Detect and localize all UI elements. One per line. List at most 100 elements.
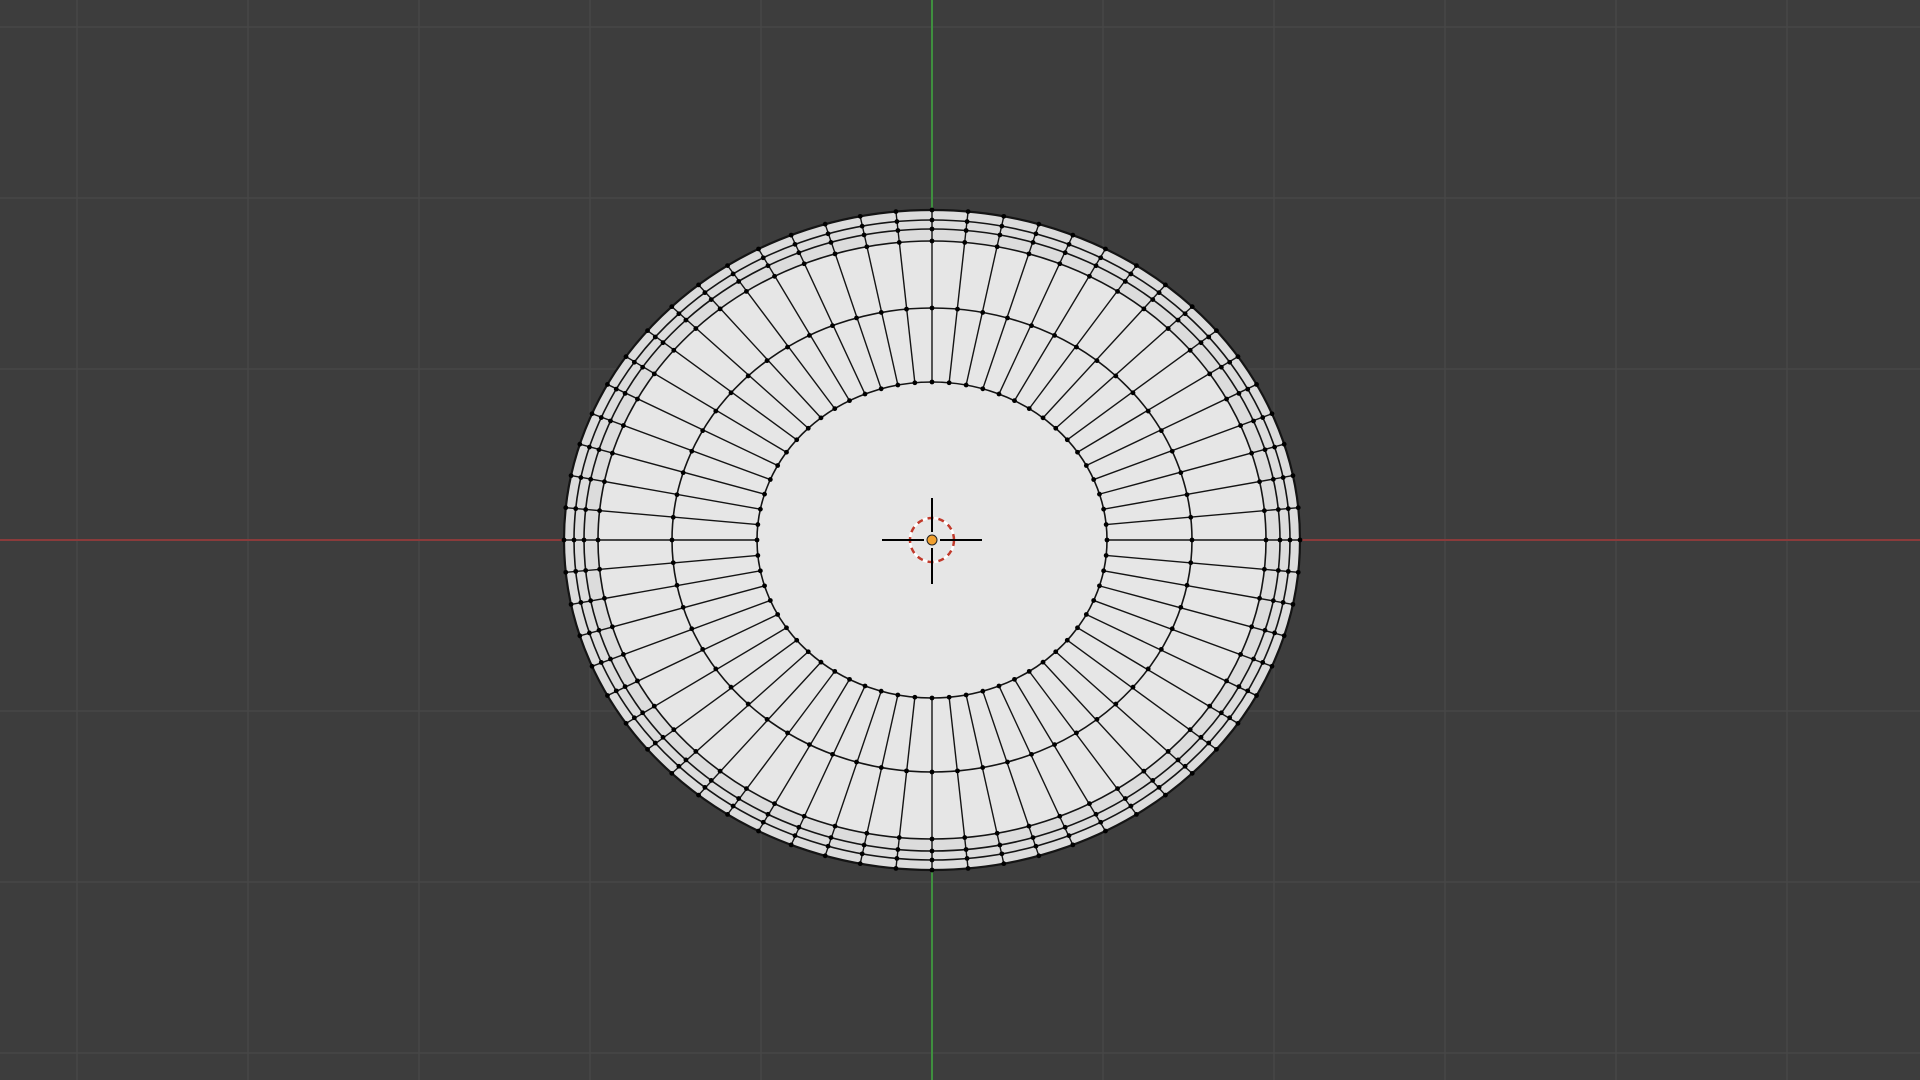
mesh-vertex [785,730,790,736]
mesh-vertex [864,244,870,250]
mesh-vertex [736,796,742,801]
mesh-vertex [640,710,646,716]
mesh-vertex [1260,660,1266,665]
mesh-vertex [1026,668,1032,674]
mesh-vertex [760,255,766,261]
3d-viewport[interactable] [0,0,1920,1080]
mesh-vertex [596,627,602,633]
mesh-vertex [1227,715,1233,721]
mesh-vertex [1236,684,1242,690]
mesh-vertex [1245,386,1251,392]
mesh-vertex [1134,811,1139,817]
mesh-vertex [568,601,574,607]
mesh-vertex [1165,749,1171,754]
mesh-vertex [794,437,800,443]
mesh-vertex [635,678,640,684]
mesh-vertex [861,842,867,848]
mesh-vertex [896,240,902,245]
mesh-vertex [1207,371,1213,377]
mesh-vertex [1182,763,1188,769]
mesh-vertex [878,310,884,315]
mesh-vertex [796,250,802,256]
mesh-vertex [963,382,969,388]
mesh-vertex [1175,317,1181,323]
mesh-vertex [713,408,719,414]
mesh-vertex [1101,568,1107,574]
mesh-vertex [896,835,902,840]
mesh-vertex [1254,382,1259,387]
mesh-vertex [1026,251,1032,257]
mesh-vertex [788,842,794,848]
mesh-vertex [602,595,607,601]
viewport-canvas[interactable] [0,0,1920,1080]
mesh-vertex [1097,491,1102,497]
mesh-vertex [573,568,579,574]
mesh-vertex [1275,568,1281,573]
mesh-vertex [744,786,749,792]
mesh-vertex [1257,479,1262,485]
mesh-vertex [1224,396,1229,402]
mesh-vertex [854,315,859,321]
mesh-vertex [717,768,723,774]
mesh-vertex [1280,600,1286,605]
mesh-vertex [792,833,798,839]
mesh-vertex [1052,742,1057,748]
mesh-vertex [962,240,968,245]
mesh-vertex [696,282,701,288]
mesh-vertex [1251,418,1256,424]
mesh-vertex [583,507,589,512]
mesh-vertex [830,323,835,329]
mesh-vertex [728,684,734,690]
mesh-vertex [1235,720,1241,726]
mesh-vertex [635,396,640,402]
mesh-vertex [861,232,867,238]
mesh-vertex [1224,678,1229,684]
mesh-vertex [955,306,960,312]
mesh-vertex [680,470,686,476]
mesh-vertex [764,358,770,364]
mesh-vertex [1285,568,1291,574]
mesh-vertex [651,703,657,709]
mesh-vertex [583,568,589,573]
mesh-vertex [1218,364,1224,370]
mesh-vertex [609,450,615,456]
mesh-vertex [965,209,971,214]
mesh-vertex [605,382,610,387]
mesh-vertex [608,656,613,662]
mesh-vertex [912,380,918,386]
mesh-vertex [929,836,935,842]
mesh-vertex [1188,560,1194,566]
mesh-vertex [1184,582,1190,588]
mesh-vertex [680,604,686,610]
mesh-vertex [762,491,767,497]
mesh-vertex [1251,656,1256,662]
mesh-vertex [784,625,789,631]
mesh-vertex [1040,659,1046,665]
mesh-vertex [1290,601,1296,607]
mesh-vertex [578,600,584,605]
mesh-vertex [1026,823,1032,829]
mesh-vertex [1066,241,1072,247]
mesh-vertex [581,537,587,543]
mesh-vertex [1263,537,1269,543]
mesh-vertex [589,411,595,417]
mesh-vertex [613,688,619,694]
mesh-vertex [1103,828,1108,834]
mesh-vertex [965,866,971,871]
mesh-vertex [730,271,736,277]
mesh-vertex [962,835,968,840]
mesh-vertex [596,447,602,453]
mesh-vertex [1097,583,1102,589]
mesh-vertex [1074,730,1079,736]
mesh-vertex [674,582,680,588]
mesh-vertex [1163,792,1168,798]
mesh-vertex [825,843,831,849]
mesh-vertex [621,423,626,428]
mesh-vertex [1169,448,1175,454]
mesh-vertex [807,332,812,338]
mesh-vertex [796,824,802,830]
mesh-vertex [597,508,603,514]
mesh-vertex [1122,796,1128,801]
mesh-vertex [765,263,771,269]
mesh-vertex [1281,633,1287,639]
